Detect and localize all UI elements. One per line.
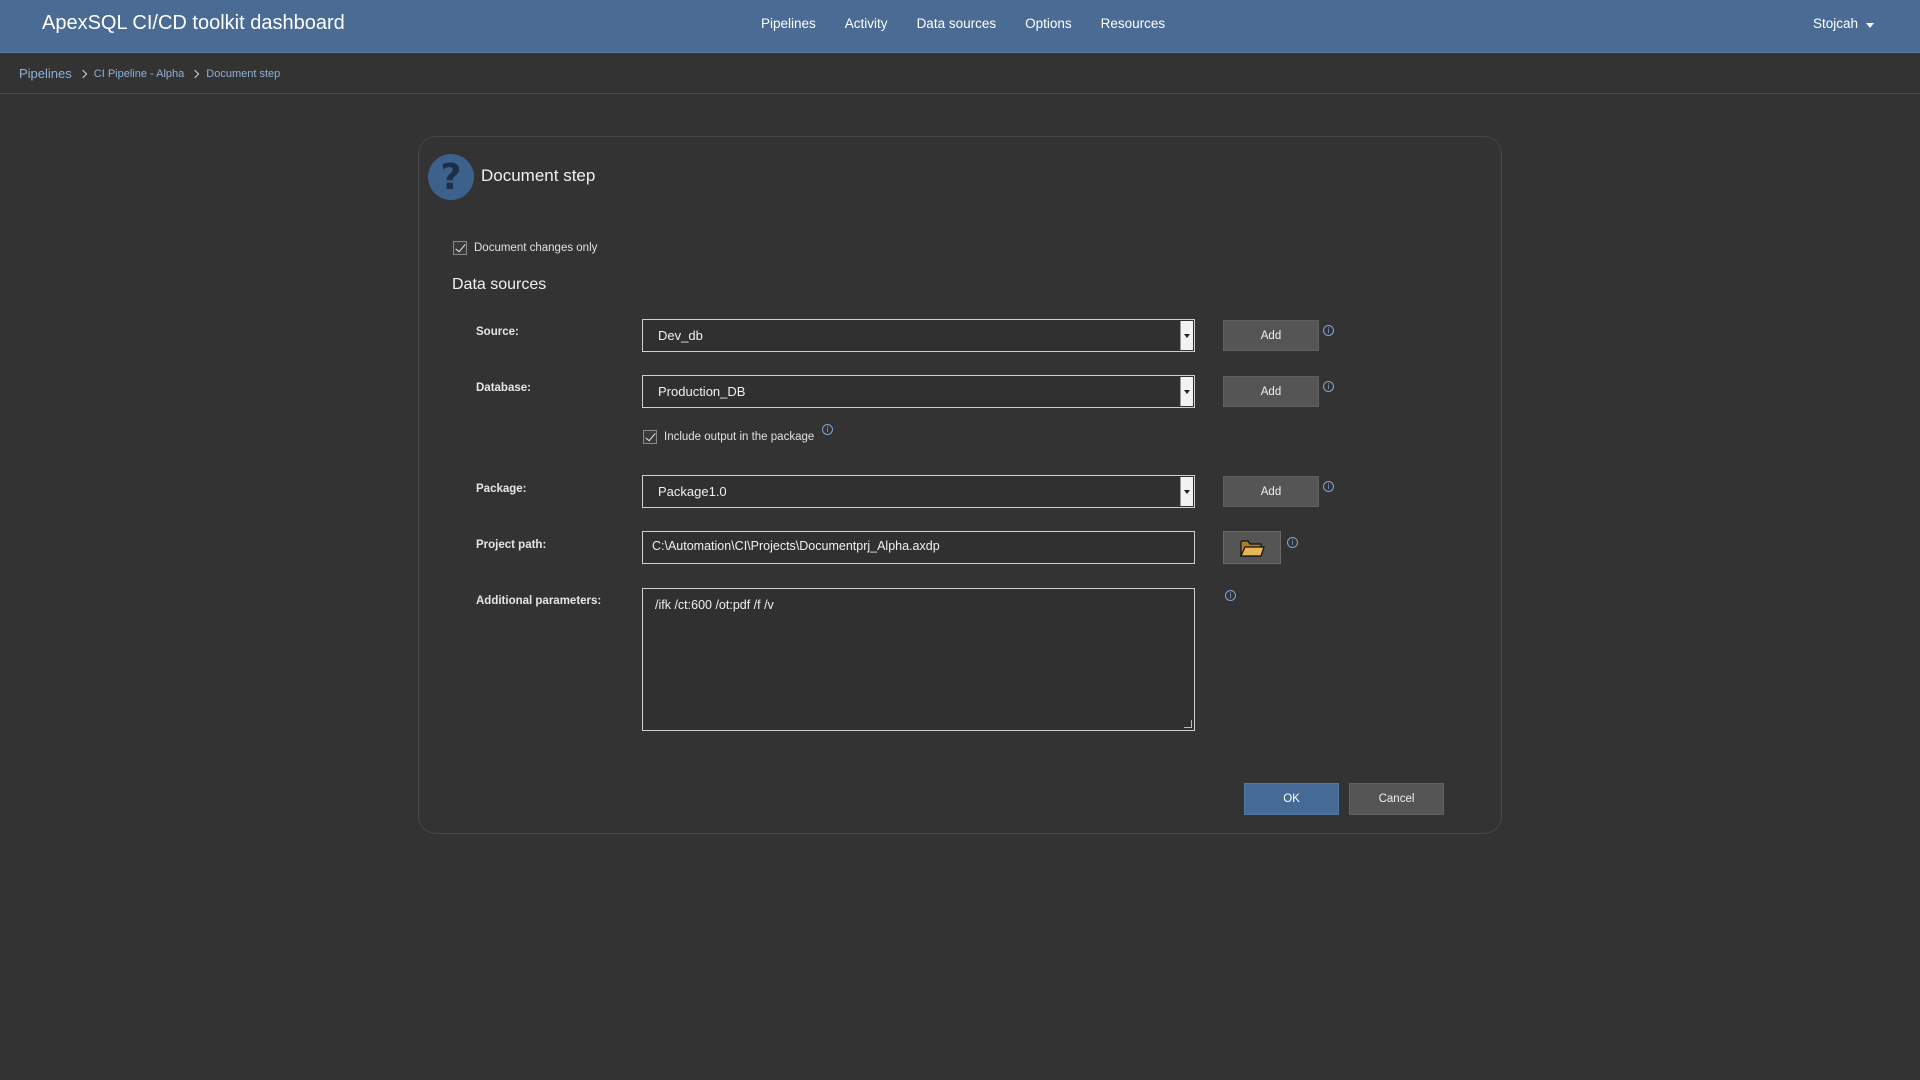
- breadcrumb-document-step[interactable]: Document step: [206, 68, 280, 80]
- app-title[interactable]: ApexSQL CI/CD toolkit dashboard: [42, 12, 345, 35]
- top-bar: ApexSQL CI/CD toolkit dashboard Pipeline…: [0, 0, 1920, 53]
- add-package-button[interactable]: Add: [1223, 476, 1319, 507]
- resize-handle-icon[interactable]: [1184, 720, 1192, 728]
- document-step-panel: ? Document step Document changes only Da…: [418, 136, 1502, 834]
- include-output-checkbox[interactable]: [643, 430, 657, 444]
- project-path-input[interactable]: C:\Automation\CI\Projects\Documentprj_Al…: [642, 531, 1195, 564]
- project-path-label: Project path:: [476, 539, 547, 551]
- info-icon[interactable]: i: [1323, 325, 1334, 336]
- user-name: Stojcah: [1812, 16, 1858, 31]
- chevron-right-icon: [78, 69, 88, 78]
- include-output-row: Include output in the package: [643, 430, 814, 444]
- database-value: Production_DB: [658, 384, 746, 399]
- source-select[interactable]: Dev_db: [642, 319, 1195, 352]
- package-label: Package:: [476, 483, 527, 495]
- nav-item-activity[interactable]: Activity: [845, 16, 888, 31]
- info-icon[interactable]: i: [1287, 537, 1298, 548]
- info-icon[interactable]: i: [1323, 381, 1334, 392]
- package-value: Package1.0: [658, 484, 727, 499]
- cancel-button[interactable]: Cancel: [1349, 783, 1444, 815]
- chevron-right-icon: [191, 69, 200, 78]
- additional-parameters-label: Additional parameters:: [476, 595, 602, 607]
- dropdown-arrow-icon[interactable]: [1180, 321, 1193, 350]
- document-changes-only-label: Document changes only: [474, 242, 598, 254]
- info-icon[interactable]: i: [822, 424, 833, 435]
- database-label: Database:: [476, 382, 531, 394]
- breadcrumb-pipelines[interactable]: Pipelines: [19, 66, 72, 81]
- add-source-button[interactable]: Add: [1223, 320, 1319, 351]
- source-value: Dev_db: [658, 328, 703, 343]
- main-nav: Pipelines Activity Data sources Options …: [761, 16, 1194, 31]
- chevron-down-icon: [1866, 22, 1874, 28]
- document-changes-only-checkbox[interactable]: [453, 241, 467, 255]
- breadcrumb: Pipelines CI Pipeline - Alpha Document s…: [19, 66, 280, 81]
- info-icon[interactable]: i: [1323, 481, 1334, 492]
- nav-item-data-sources[interactable]: Data sources: [917, 16, 997, 31]
- nav-item-pipelines[interactable]: Pipelines: [761, 16, 816, 31]
- ok-button[interactable]: OK: [1244, 783, 1339, 815]
- source-label: Source:: [476, 326, 519, 338]
- panel-title: Document step: [481, 166, 596, 185]
- database-select[interactable]: Production_DB: [642, 375, 1195, 408]
- nav-item-resources[interactable]: Resources: [1101, 16, 1166, 31]
- user-menu[interactable]: Stojcah: [1813, 16, 1874, 31]
- help-icon: ?: [428, 154, 474, 200]
- info-icon[interactable]: i: [1225, 590, 1236, 601]
- dropdown-arrow-icon[interactable]: [1180, 477, 1193, 506]
- nav-item-options[interactable]: Options: [1025, 16, 1072, 31]
- breadcrumb-ci-pipeline[interactable]: CI Pipeline - Alpha: [94, 68, 185, 80]
- document-changes-only-row: Document changes only: [453, 241, 597, 255]
- package-select[interactable]: Package1.0: [642, 475, 1195, 508]
- include-output-label: Include output in the package: [664, 431, 815, 443]
- section-title-data-sources: Data sources: [452, 276, 547, 293]
- additional-parameters-textarea[interactable]: /ifk /ct:600 /ot:pdf /f /v: [642, 588, 1195, 731]
- folder-icon: [1240, 539, 1265, 557]
- dropdown-arrow-icon[interactable]: [1180, 377, 1193, 406]
- browse-folder-button[interactable]: [1223, 531, 1281, 564]
- additional-parameters-value: /ifk /ct:600 /ot:pdf /f /v: [655, 598, 774, 612]
- add-database-button[interactable]: Add: [1223, 376, 1319, 407]
- breadcrumb-divider: [0, 93, 1920, 94]
